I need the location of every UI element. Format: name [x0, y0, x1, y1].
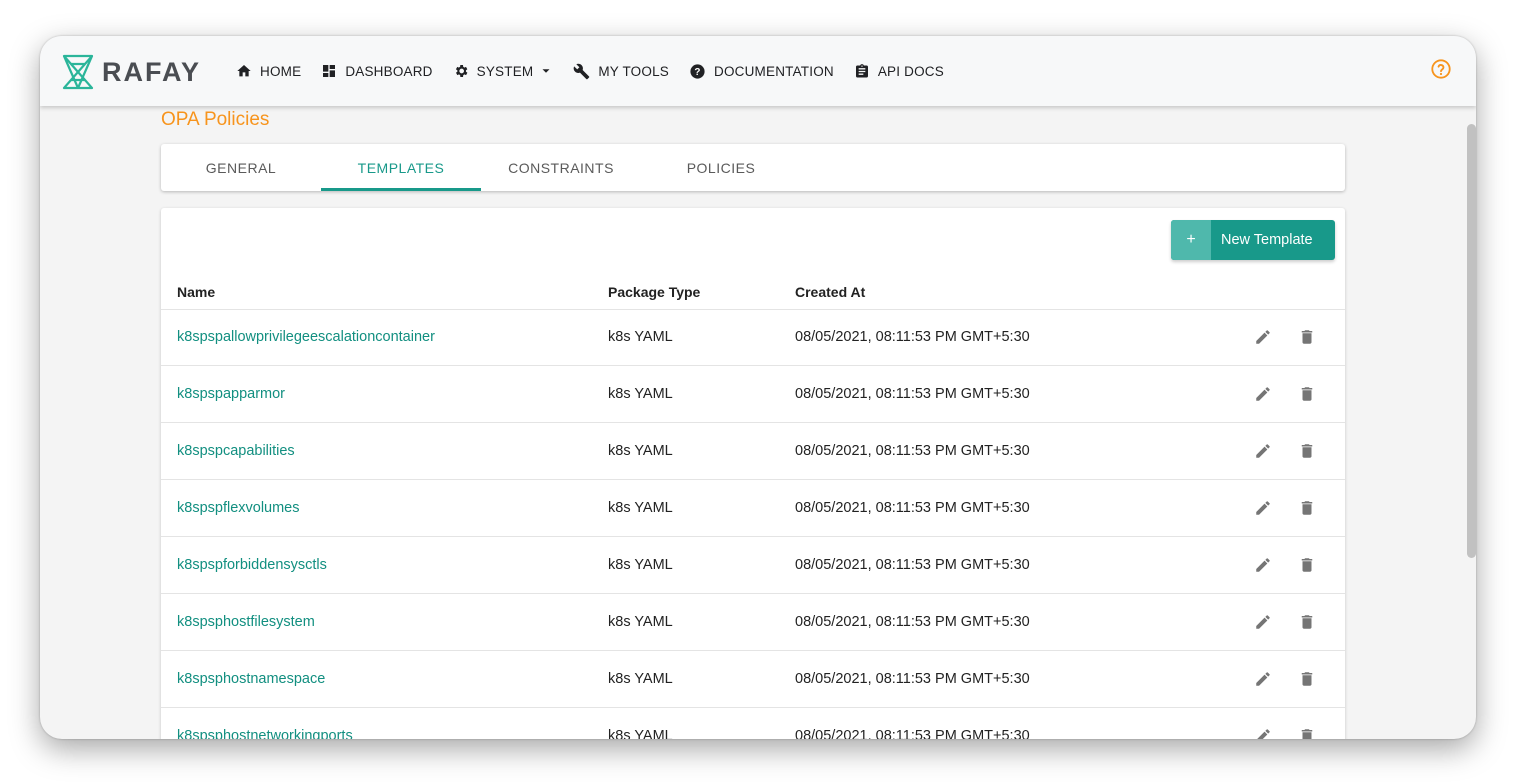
- nav-home[interactable]: HOME: [236, 63, 301, 79]
- template-name-link[interactable]: k8spspcapabilities: [177, 443, 295, 459]
- template-name-link[interactable]: k8spspallowprivilegeescalationcontainer: [177, 329, 435, 345]
- trash-icon[interactable]: [1298, 670, 1316, 688]
- package-type-cell: k8s YAML: [608, 500, 673, 516]
- nav-system-label: SYSTEM: [476, 63, 534, 79]
- template-name-link[interactable]: k8spsphostnetworkingports: [177, 728, 353, 739]
- template-name-link[interactable]: k8spsphostnamespace: [177, 671, 325, 687]
- nav-my-tools[interactable]: MY TOOLS: [573, 63, 669, 80]
- created-at-cell: 08/05/2021, 08:11:53 PM GMT+5:30: [795, 614, 1030, 630]
- created-at-cell: 08/05/2021, 08:11:53 PM GMT+5:30: [795, 728, 1030, 739]
- package-type-cell: k8s YAML: [608, 614, 673, 630]
- created-at-cell: 08/05/2021, 08:11:53 PM GMT+5:30: [795, 671, 1030, 687]
- table-row: k8spspcapabilities k8s YAML 08/05/2021, …: [161, 423, 1345, 480]
- template-name-link[interactable]: k8spspapparmor: [177, 386, 285, 402]
- table-row: k8spspforbiddensysctls k8s YAML 08/05/20…: [161, 537, 1345, 594]
- nav-api-docs-label: API DOCS: [877, 63, 944, 79]
- gear-icon: [455, 65, 468, 77]
- help-circle-icon: ?: [690, 63, 705, 79]
- template-name-link[interactable]: k8spsphostfilesystem: [177, 614, 315, 630]
- table-row: k8spspapparmor k8s YAML 08/05/2021, 08:1…: [161, 366, 1345, 423]
- tab-templates[interactable]: TEMPLATES: [321, 144, 481, 191]
- tab-general[interactable]: GENERAL: [161, 144, 321, 191]
- nav-dashboard-label: DASHBOARD: [345, 63, 433, 79]
- package-type-cell: k8s YAML: [608, 386, 673, 402]
- table-header: Name Package Type Created At: [161, 272, 1345, 310]
- template-name-link[interactable]: k8spspforbiddensysctls: [177, 557, 327, 573]
- table-row: k8spspflexvolumes k8s YAML 08/05/2021, 0…: [161, 480, 1345, 537]
- nav-home-label: HOME: [260, 63, 302, 79]
- trash-icon[interactable]: [1298, 442, 1316, 460]
- page-title: OPA Policies: [161, 109, 270, 130]
- trash-icon[interactable]: [1298, 328, 1316, 346]
- table-row: k8spsphostnetworkingports k8s YAML 08/05…: [161, 708, 1345, 739]
- home-icon: [237, 65, 251, 77]
- nav-system[interactable]: SYSTEM: [453, 63, 554, 79]
- brand-name: RAFAY: [102, 56, 202, 87]
- chevron-down-icon: [542, 69, 550, 73]
- app-window: RAFAY HOME DASHBOARD SYSTEM MY TOOLS ? D…: [40, 36, 1476, 739]
- package-type-cell: k8s YAML: [608, 728, 673, 739]
- help-outline-icon: [1431, 59, 1451, 79]
- brand-logo[interactable]: RAFAY: [62, 54, 201, 90]
- created-at-cell: 08/05/2021, 08:11:53 PM GMT+5:30: [795, 386, 1030, 402]
- nav-dashboard[interactable]: DASHBOARD: [321, 63, 432, 79]
- nav-documentation[interactable]: ? DOCUMENTATION: [689, 63, 834, 80]
- nav-documentation-label: DOCUMENTATION: [714, 63, 834, 79]
- pencil-icon[interactable]: [1254, 727, 1272, 739]
- package-type-cell: k8s YAML: [608, 329, 673, 345]
- dashboard-icon: [323, 65, 336, 77]
- created-at-cell: 08/05/2021, 08:11:53 PM GMT+5:30: [795, 329, 1030, 345]
- pencil-icon[interactable]: [1254, 613, 1272, 631]
- svg-text:?: ?: [694, 67, 700, 78]
- column-header-name[interactable]: Name: [177, 284, 215, 300]
- trash-icon[interactable]: [1298, 727, 1316, 739]
- top-navbar: RAFAY HOME DASHBOARD SYSTEM MY TOOLS ? D…: [40, 36, 1476, 106]
- package-type-cell: k8s YAML: [608, 557, 673, 573]
- pencil-icon[interactable]: [1254, 556, 1272, 574]
- table-row: k8spsphostnamespace k8s YAML 08/05/2021,…: [161, 651, 1345, 708]
- vertical-scrollbar[interactable]: [1467, 124, 1476, 558]
- trash-icon[interactable]: [1298, 613, 1316, 631]
- template-name-link[interactable]: k8spspflexvolumes: [177, 500, 300, 516]
- pencil-icon[interactable]: [1254, 670, 1272, 688]
- created-at-cell: 08/05/2021, 08:11:53 PM GMT+5:30: [795, 443, 1030, 459]
- new-template-label: New Template: [1221, 232, 1313, 248]
- help-button[interactable]: [1430, 58, 1452, 85]
- tab-constraints[interactable]: CONSTRAINTS: [481, 144, 641, 191]
- tab-policies[interactable]: POLICIES: [641, 144, 801, 191]
- pencil-icon[interactable]: [1254, 328, 1272, 346]
- package-type-cell: k8s YAML: [608, 671, 673, 687]
- plus-icon: +: [1171, 220, 1211, 260]
- created-at-cell: 08/05/2021, 08:11:53 PM GMT+5:30: [795, 500, 1030, 516]
- new-template-button[interactable]: + New Template: [1171, 220, 1335, 260]
- table-row: k8spspallowprivilegeescalationcontainer …: [161, 309, 1345, 366]
- trash-icon[interactable]: [1298, 385, 1316, 403]
- wrench-icon: [574, 63, 590, 79]
- nav-my-tools-label: MY TOOLS: [598, 63, 669, 79]
- column-header-package-type[interactable]: Package Type: [608, 284, 700, 300]
- pencil-icon[interactable]: [1254, 442, 1272, 460]
- nav-api-docs[interactable]: API DOCS: [854, 63, 944, 80]
- package-type-cell: k8s YAML: [608, 443, 673, 459]
- clipboard-icon: [855, 63, 868, 77]
- table-row: k8spsphostfilesystem k8s YAML 08/05/2021…: [161, 594, 1345, 651]
- tab-bar: GENERAL TEMPLATES CONSTRAINTS POLICIES: [161, 144, 1345, 191]
- nav-menu: HOME DASHBOARD SYSTEM MY TOOLS ? DOCUMEN…: [236, 36, 964, 106]
- table-body: k8spspallowprivilegeescalationcontainer …: [161, 309, 1345, 739]
- pencil-icon[interactable]: [1254, 385, 1272, 403]
- rafay-logo-icon: [62, 54, 94, 90]
- trash-icon[interactable]: [1298, 499, 1316, 517]
- pencil-icon[interactable]: [1254, 499, 1272, 517]
- trash-icon[interactable]: [1298, 556, 1316, 574]
- column-header-created-at[interactable]: Created At: [795, 284, 865, 300]
- created-at-cell: 08/05/2021, 08:11:53 PM GMT+5:30: [795, 557, 1030, 573]
- templates-card: + New Template Name Package Type Created…: [161, 208, 1345, 739]
